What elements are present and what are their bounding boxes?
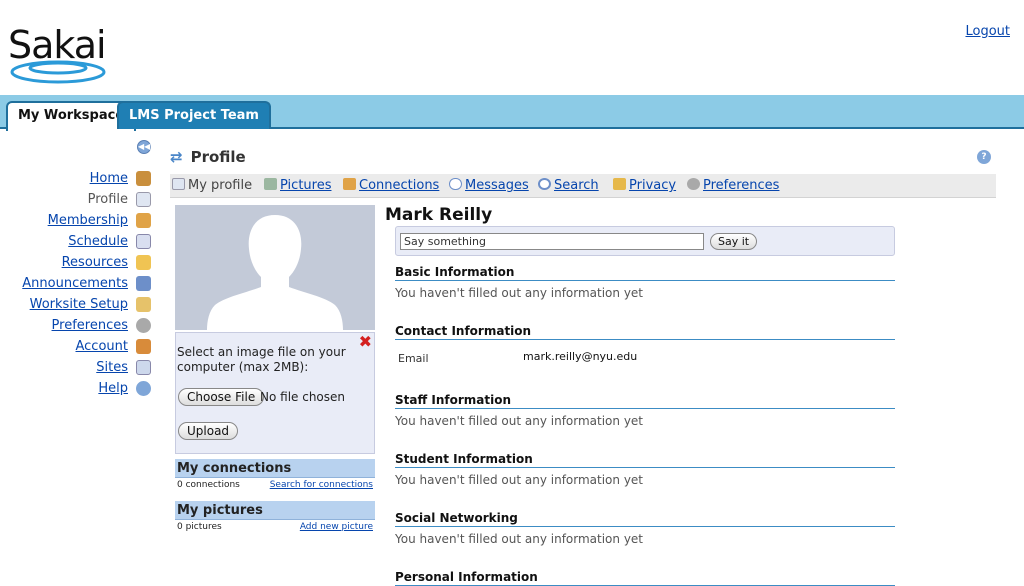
nav-item-resources[interactable]: Resources [0,254,155,275]
staff-information-text: You haven't filled out any information y… [395,414,644,428]
connections-count: 0 connections [177,480,240,490]
tab-lms-project-team[interactable]: LMS Project Team [117,101,271,129]
connections-icon [343,178,356,190]
search-for-connections-link[interactable]: Search for connections [270,479,373,491]
toolbar-label: Search [554,178,599,193]
nav-label: Account [75,339,129,354]
toolbar-my-profile[interactable]: My profile [172,174,252,198]
toolbar-search[interactable]: Search [538,174,599,198]
help-icon [136,381,151,396]
status-input[interactable] [400,233,704,250]
nav-label: Schedule [68,234,128,249]
users-icon [136,213,151,228]
nav-item-announcements[interactable]: Announcements [0,275,155,296]
nav-item-profile[interactable]: Profile [0,191,155,212]
reset-icon[interactable]: ⇄ [170,148,183,166]
toolbar-pictures[interactable]: Pictures [264,174,331,198]
toolbar-label: Pictures [280,178,332,193]
toolbar-label: My profile [188,178,253,193]
tool-menu: Home Profile Membership Schedule Resourc… [0,170,155,401]
social-networking-text: You haven't filled out any information y… [395,532,644,546]
toolbar-label: Preferences [703,178,780,193]
collapse-nav-icon[interactable]: ◀◀ [137,140,151,154]
profile-toolbar: My profile Pictures Connections Messages… [170,174,996,198]
nav-label: Announcements [22,276,128,291]
logout-link[interactable]: Logout [965,24,1010,39]
profile-name: Mark Reilly [385,205,493,225]
nav-item-worksite-setup[interactable]: Worksite Setup [0,296,155,317]
nav-label: Membership [47,213,128,228]
calendar-icon [136,234,151,249]
student-information-text: You haven't filled out any information y… [395,473,644,487]
tool-help-icon[interactable]: ? [977,150,991,164]
nav-label: Home [89,171,128,186]
nav-label: Resources [61,255,128,270]
sites-icon [136,360,151,375]
profile-picture [175,205,375,330]
nav-item-preferences[interactable]: Preferences [0,317,155,338]
nav-item-sites[interactable]: Sites [0,359,155,380]
toolbar-connections[interactable]: Connections [343,174,439,198]
megaphone-icon [136,276,151,291]
user-icon [136,339,151,354]
worksite-icon [136,297,151,312]
nav-item-account[interactable]: Account [0,338,155,359]
nav-item-home[interactable]: Home [0,170,155,191]
nav-label: Help [98,381,128,396]
profile-card-icon [136,192,151,207]
pictures-icon [264,178,277,190]
email-value: mark.reilly@nyu.edu [523,350,638,363]
default-avatar-icon [207,215,343,330]
say-it-button[interactable]: Say it [710,233,758,250]
pictures-count: 0 pictures [177,522,222,532]
my-pictures-header: My pictures [175,501,375,520]
upload-prompt: Select an image file on your computer (m… [177,345,346,374]
gear-icon [136,318,151,333]
nav-item-help[interactable]: Help [0,380,155,401]
profile-card-icon [172,178,185,190]
nav-label: Sites [96,360,128,375]
staff-information-heading: Staff Information [395,393,895,409]
contact-information-heading: Contact Information [395,324,895,340]
site-tabs: My Workspace LMS Project Team [0,95,1024,131]
add-new-picture-link[interactable]: Add new picture [300,521,373,533]
folder-icon [136,255,151,270]
student-information-heading: Student Information [395,452,895,468]
home-icon [136,171,151,186]
choose-file-button[interactable]: Choose File [178,388,265,406]
nav-label: Profile [87,192,128,207]
logo-ripple-icon [10,60,106,84]
toolbar-messages[interactable]: Messages [449,174,529,198]
sakai-logo[interactable]: Sakai [8,26,107,84]
toolbar-preferences[interactable]: Preferences [687,174,779,198]
toolbar-label: Messages [465,178,529,193]
nav-label: Preferences [51,318,128,333]
no-file-chosen-text: No file chosen [260,390,346,404]
toolbar-label: Privacy [629,178,677,193]
lock-icon [613,178,626,190]
my-connections-header: My connections [175,459,375,478]
site-header: Sakai Logout [0,0,1024,95]
upload-button[interactable]: Upload [178,422,239,440]
basic-information-text: You haven't filled out any information y… [395,286,644,300]
toolbar-label: Connections [359,178,440,193]
personal-information-heading: Personal Information [395,570,895,586]
tool-title: ⇄ Profile [170,148,246,166]
toolbar-privacy[interactable]: Privacy [613,174,676,198]
nav-item-membership[interactable]: Membership [0,212,155,233]
nav-item-schedule[interactable]: Schedule [0,233,155,254]
upload-picture-panel: ✖ Select an image file on your computer … [175,332,375,454]
email-label: Email [398,352,429,365]
close-icon[interactable]: ✖ [359,334,372,350]
tool-title-text: Profile [190,148,246,166]
gear-icon [687,178,700,190]
social-networking-heading: Social Networking [395,511,895,527]
search-icon [538,178,551,190]
status-update-box: Say it [395,226,895,256]
messages-icon [449,178,462,190]
nav-label: Worksite Setup [29,297,128,312]
basic-information-heading: Basic Information [395,265,895,281]
